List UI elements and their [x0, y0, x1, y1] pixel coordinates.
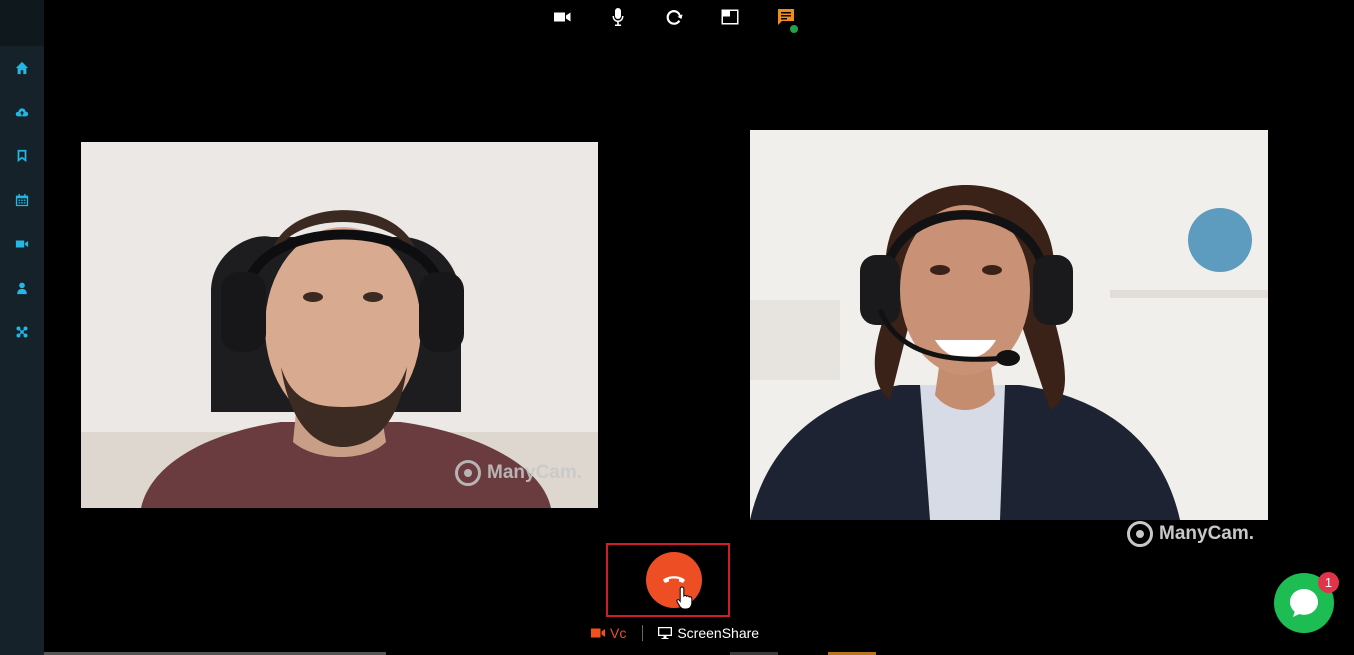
hand-cursor-icon — [676, 586, 693, 610]
sidebar-item-network[interactable] — [0, 317, 44, 347]
refresh-button[interactable] — [660, 4, 688, 30]
mode-screenshare-label: ScreenShare — [677, 625, 760, 641]
network-icon — [16, 326, 28, 338]
user-icon — [17, 282, 27, 295]
watermark-text: ManyCam. — [487, 462, 583, 483]
mode-vc-tab[interactable]: Vc — [590, 625, 626, 641]
video-camera-icon — [554, 12, 571, 22]
cloud-upload-icon — [15, 108, 29, 117]
video-camera-icon — [591, 628, 605, 638]
sidebar-item-video[interactable] — [0, 229, 44, 259]
sidebar-item-calendar[interactable] — [0, 185, 44, 215]
microphone-toggle-button[interactable] — [604, 4, 632, 30]
refresh-icon — [666, 10, 683, 25]
sidebar — [0, 0, 44, 655]
manycam-watermark: ManyCam. — [455, 460, 582, 486]
home-icon — [15, 61, 29, 75]
remote-video-left: ManyCam. — [81, 142, 598, 508]
monitor-icon — [658, 627, 673, 639]
participant-video-woman — [750, 130, 1268, 520]
bookmark-icon — [17, 149, 27, 163]
online-status-dot — [790, 25, 798, 33]
sidebar-item-user[interactable] — [0, 273, 44, 303]
microphone-icon — [612, 8, 624, 26]
sidebar-item-bookmark[interactable] — [0, 141, 44, 171]
unread-count-badge: 1 — [1318, 572, 1339, 593]
mode-vc-label: Vc — [610, 625, 627, 641]
sidebar-item-home[interactable] — [0, 53, 44, 83]
remote-video-right — [750, 130, 1268, 520]
layout-toggle-button[interactable] — [716, 4, 744, 30]
chat-bubble-icon — [1290, 589, 1318, 617]
mode-divider — [642, 625, 644, 641]
calendar-icon — [15, 193, 29, 207]
participant-video-man — [81, 142, 598, 508]
manycam-logo-icon — [455, 460, 481, 486]
manycam-logo-icon — [1127, 521, 1153, 547]
sidebar-item-upload[interactable] — [0, 97, 44, 127]
chat-toggle-button[interactable] — [772, 4, 800, 33]
chat-icon — [778, 9, 794, 25]
watermark-text: ManyCam. — [1159, 523, 1255, 544]
manycam-watermark: ManyCam. — [1127, 521, 1254, 547]
call-toolbar — [548, 4, 828, 33]
camera-toggle-button[interactable] — [548, 4, 576, 30]
video-camera-icon — [15, 240, 29, 248]
layout-icon — [721, 9, 739, 25]
mode-screenshare-tab[interactable]: ScreenShare — [657, 625, 759, 641]
call-mode-bar: Vc ScreenShare — [590, 624, 759, 642]
sidebar-header — [0, 0, 44, 46]
